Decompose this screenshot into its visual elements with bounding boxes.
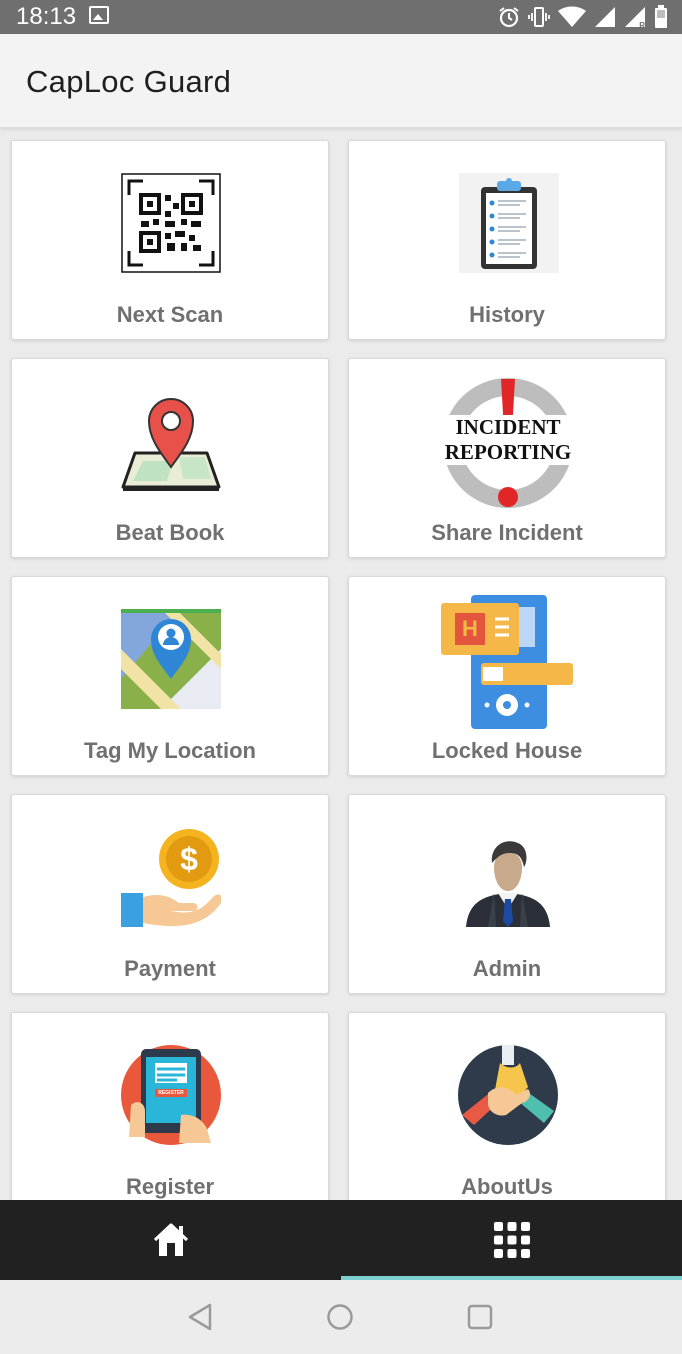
menu-card-beat-book[interactable]: Beat Book: [11, 358, 329, 558]
menu-label: History: [469, 302, 545, 327]
image-icon: [89, 6, 109, 24]
incident-text-line2: REPORTING: [443, 440, 573, 465]
menu-card-next-scan[interactable]: Next Scan: [11, 140, 329, 340]
menu-label: Payment: [124, 956, 216, 981]
signal-icon: [595, 7, 615, 27]
menu-label: Register: [125, 1174, 215, 1199]
menu-card-register[interactable]: REGISTER Register: [11, 1012, 329, 1200]
wifi-icon: [558, 6, 586, 27]
nav-home-tab[interactable]: [0, 1200, 341, 1280]
register-tablet-icon: REGISTER: [121, 1045, 221, 1145]
menu-label: AboutUs: [461, 1174, 553, 1199]
menu-label: Tag My Location: [84, 738, 256, 763]
location-map-icon: [121, 609, 221, 709]
app-bar: CapLoc Guard: [0, 34, 682, 128]
system-home-button[interactable]: [325, 1302, 355, 1332]
app-title: CapLoc Guard: [26, 64, 232, 99]
battery-icon: [655, 5, 667, 28]
menu-card-about-us[interactable]: AboutUs: [348, 1012, 666, 1200]
status-time: 18:13: [16, 3, 77, 30]
menu-card-payment[interactable]: $ Payment: [11, 794, 329, 994]
menu-label: Share Incident: [431, 520, 583, 545]
status-bar: 18:13 R: [0, 0, 682, 34]
map-pin-icon: [121, 398, 221, 491]
qr-code-scan-icon: [121, 173, 221, 273]
menu-card-admin[interactable]: Admin: [348, 794, 666, 994]
admin-businessman-icon: [466, 841, 550, 927]
home-icon: [153, 1223, 188, 1256]
menu-label: Locked House: [431, 738, 583, 763]
payment-coin-hand-icon: $: [121, 827, 221, 927]
status-icons: R: [498, 3, 668, 31]
register-text: REGISTER: [155, 1089, 187, 1097]
menu-grid: Next Scan History Beat Book INCIDENT REP…: [0, 128, 682, 1200]
alarm-icon: [499, 7, 519, 28]
nav-menu-tab[interactable]: [341, 1200, 682, 1280]
back-icon: [188, 1303, 212, 1331]
menu-card-tag-my-location[interactable]: Tag My Location: [11, 576, 329, 776]
incident-text-line1: INCIDENT: [443, 415, 573, 440]
dollar-symbol: $: [180, 841, 198, 877]
recents-icon: [467, 1304, 493, 1330]
signal-roaming-icon: R: [624, 6, 646, 30]
menu-label: Admin: [472, 956, 542, 981]
hotel-door-lock-icon: H: [441, 595, 577, 729]
about-us-hands-icon: [458, 1045, 558, 1145]
bottom-nav: [0, 1200, 682, 1280]
hotel-letter: H: [462, 616, 478, 641]
grid-menu-icon: [493, 1222, 530, 1258]
menu-card-share-incident[interactable]: INCIDENT REPORTING Share Incident: [348, 358, 666, 558]
system-recents-button[interactable]: [465, 1302, 495, 1332]
menu-label: Next Scan: [116, 302, 224, 327]
clipboard-checklist-icon: [459, 173, 559, 273]
menu-card-history[interactable]: History: [348, 140, 666, 340]
roaming-letter: R: [639, 21, 645, 30]
menu-label: Beat Book: [115, 520, 225, 545]
vibrate-icon: [528, 7, 550, 27]
home-circle-icon: [327, 1304, 353, 1330]
menu-card-locked-house[interactable]: H Locked House: [348, 576, 666, 776]
system-back-button[interactable]: [185, 1302, 215, 1332]
system-nav-bar: [0, 1280, 682, 1354]
incident-reporting-icon: INCIDENT REPORTING: [443, 377, 573, 509]
